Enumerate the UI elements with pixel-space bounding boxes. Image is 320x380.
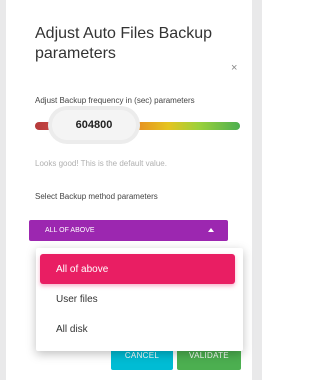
frequency-slider[interactable]: 604800 bbox=[35, 110, 240, 140]
method-select-value: ALL OF ABOVE bbox=[45, 227, 95, 234]
backdrop-right bbox=[252, 0, 262, 380]
method-label: Select Backup method parameters bbox=[35, 192, 158, 201]
dialog-title: Adjust Auto Files Backup parameters bbox=[35, 25, 212, 62]
option-all-of-above[interactable]: All of above bbox=[40, 254, 235, 284]
slider-thumb[interactable]: 604800 bbox=[52, 110, 136, 140]
frequency-hint: Looks good! This is the default value. bbox=[35, 159, 167, 168]
backdrop-left bbox=[0, 0, 6, 380]
option-user-files[interactable]: User files bbox=[40, 284, 235, 314]
method-select[interactable]: ALL OF ABOVE bbox=[29, 220, 228, 241]
chevron-up-icon bbox=[208, 228, 214, 232]
method-dropdown-menu: All of above User files All disk bbox=[36, 248, 243, 351]
slider-value: 604800 bbox=[75, 119, 113, 131]
frequency-label: Adjust Backup frequency in (sec) paramet… bbox=[35, 96, 195, 105]
option-all-disk[interactable]: All disk bbox=[40, 314, 235, 344]
close-icon[interactable]: × bbox=[231, 62, 237, 74]
